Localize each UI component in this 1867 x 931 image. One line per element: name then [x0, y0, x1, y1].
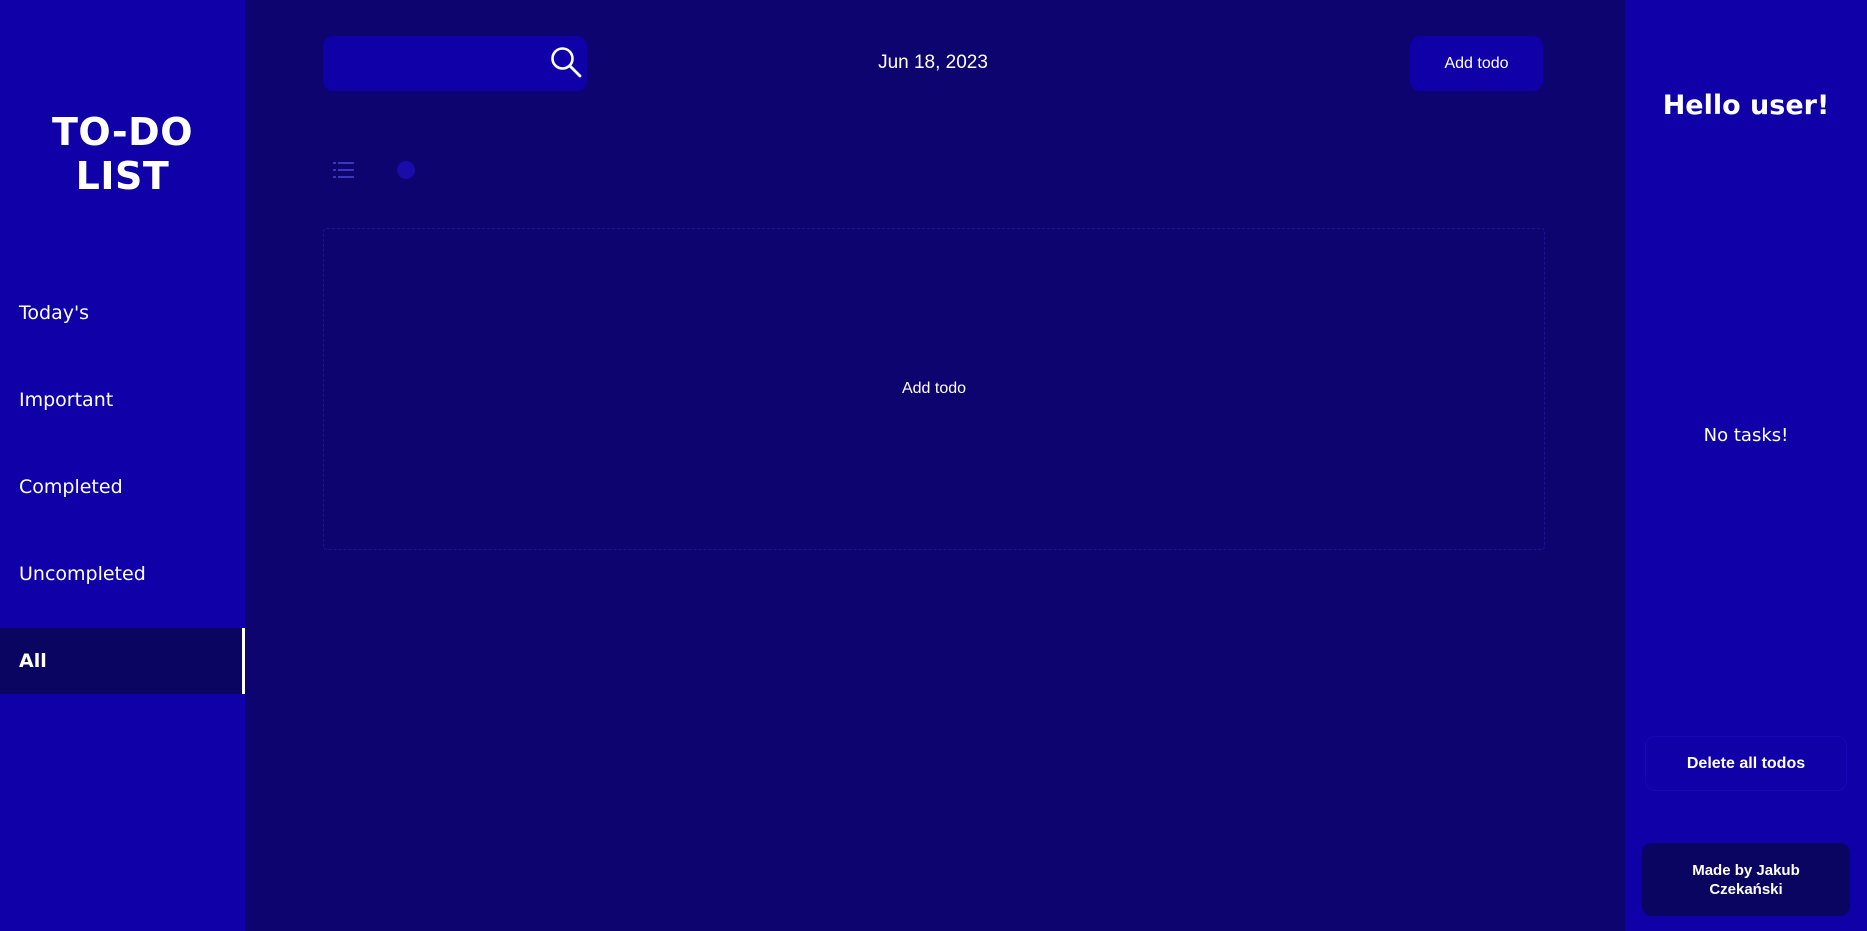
- empty-tasks-message: No tasks!: [1703, 425, 1789, 446]
- greeting: Hello user!: [1662, 90, 1830, 121]
- list-view-icon[interactable]: [333, 161, 355, 179]
- sidebar-item-all[interactable]: All: [0, 628, 245, 694]
- delete-all-todos-button[interactable]: Delete all todos: [1645, 736, 1847, 791]
- sidebar-item-important[interactable]: Important: [0, 367, 245, 433]
- left-sidebar: TO-DO LIST Today's Important Completed U…: [0, 0, 245, 931]
- add-todo-area-label: Add todo: [901, 380, 967, 397]
- sidebar-item-uncompleted[interactable]: Uncompleted: [0, 541, 245, 607]
- search-icon[interactable]: [549, 45, 583, 79]
- right-sidebar: Hello user! No tasks! Delete all todos M…: [1625, 0, 1867, 931]
- search-box: [323, 36, 587, 91]
- grid-view-icon[interactable]: [397, 161, 415, 179]
- sidebar-nav: Today's Important Completed Uncompleted …: [0, 280, 245, 715]
- current-date: Jun 18, 2023: [878, 52, 988, 73]
- add-todo-button[interactable]: Add todo: [1410, 36, 1543, 91]
- sidebar-item-todays[interactable]: Today's: [0, 280, 245, 346]
- add-todo-area[interactable]: Add todo: [323, 228, 1545, 550]
- todo-app: TO-DO LIST Today's Important Completed U…: [0, 0, 1867, 931]
- app-title: TO-DO LIST: [51, 110, 194, 198]
- author-credit: Made by Jakub Czekański: [1642, 843, 1850, 916]
- main-content: Jun 18, 2023 Add todo Add todo: [245, 0, 1625, 931]
- search-input[interactable]: [323, 36, 543, 91]
- sidebar-item-completed[interactable]: Completed: [0, 454, 245, 520]
